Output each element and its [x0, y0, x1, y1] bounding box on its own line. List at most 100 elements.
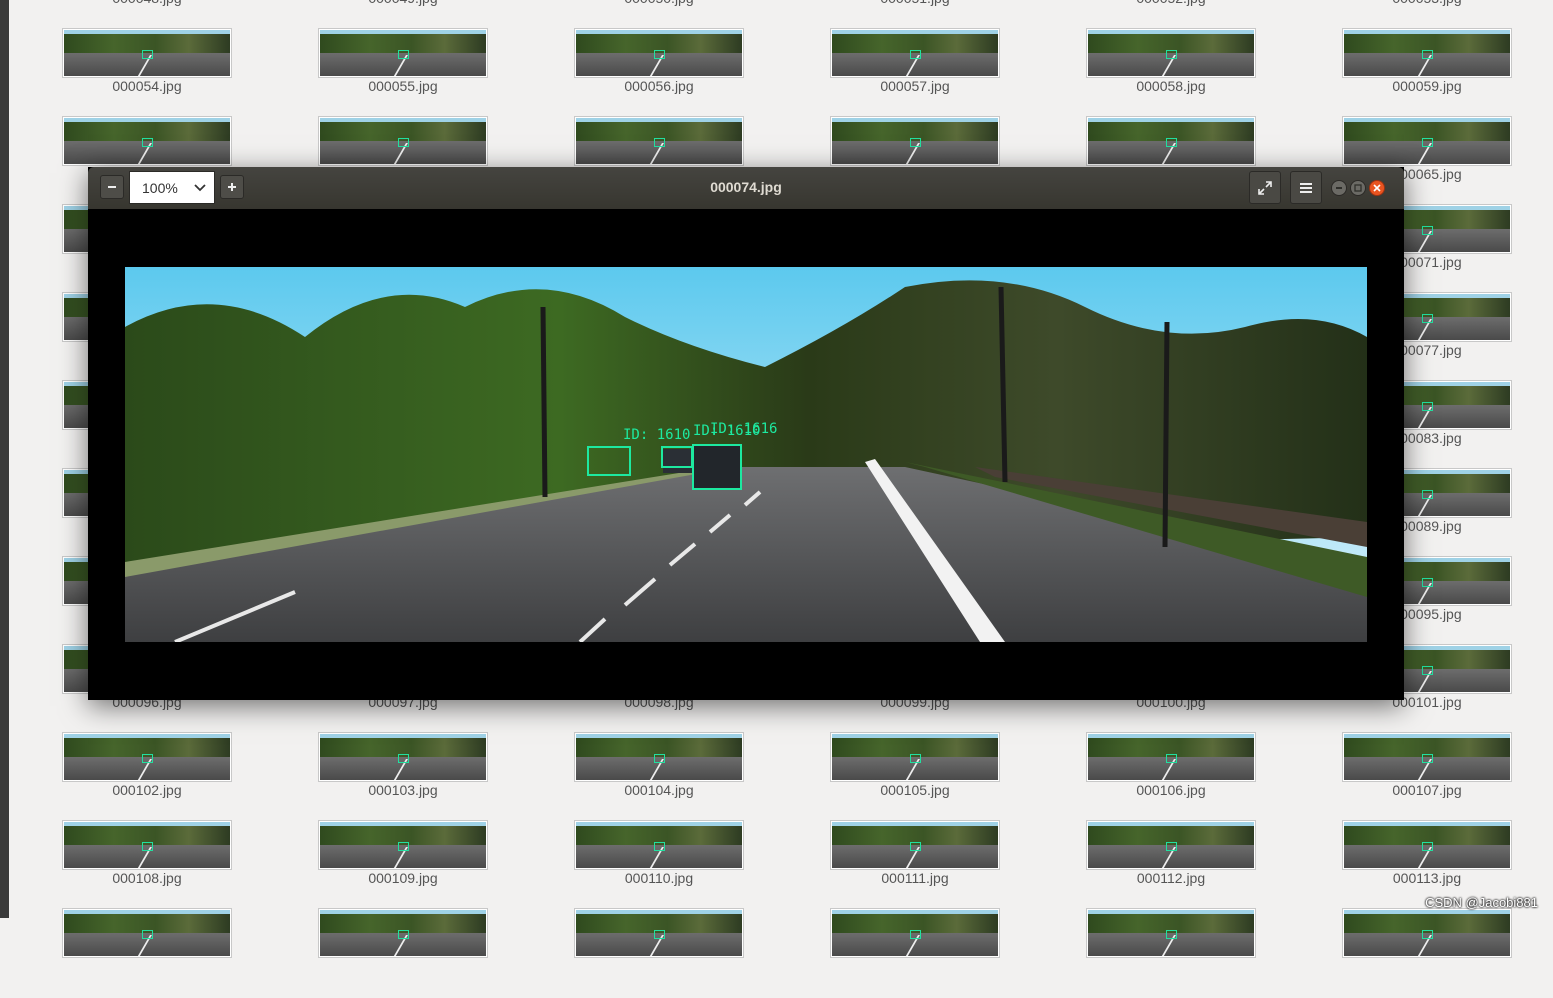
- minimize-icon: [1336, 187, 1342, 189]
- thumbnail-item[interactable]: 000106.jpg: [1086, 732, 1256, 822]
- van: [693, 445, 741, 489]
- thumbnail-filename: 000106.jpg: [1136, 782, 1206, 798]
- thumbnail-item[interactable]: 000049.jpg: [318, 0, 488, 30]
- thumbnail-image: [830, 116, 1000, 166]
- thumbnail-filename: 000055.jpg: [368, 78, 438, 94]
- thumbnail-image: [574, 820, 744, 870]
- thumbnail-item[interactable]: 000103.jpg: [318, 732, 488, 822]
- thumbnail-item[interactable]: 000052.jpg: [1086, 0, 1256, 30]
- thumbnail-item[interactable]: 000056.jpg: [574, 28, 744, 118]
- close-icon: [1373, 184, 1381, 192]
- thumbnail-filename: 000049.jpg: [318, 0, 488, 6]
- thumbnail-filename: 000105.jpg: [880, 782, 950, 798]
- thumbnail-filename: 000051.jpg: [830, 0, 1000, 6]
- thumbnail-image: [318, 732, 488, 782]
- thumbnail-image: [830, 820, 1000, 870]
- thumbnail-image: [1086, 908, 1256, 958]
- thumbnail-item[interactable]: [318, 908, 488, 998]
- image-viewer-window: 100% 000074.jpg ID: 1610 ID: 1610 ID: 16…: [88, 167, 1404, 700]
- thumbnail-image: [830, 908, 1000, 958]
- thumbnail-image: [318, 116, 488, 166]
- maximize-icon: [1354, 184, 1362, 192]
- thumbnail-item[interactable]: 000059.jpg: [1342, 28, 1512, 118]
- detection-label-3: ID: 1616: [710, 421, 777, 437]
- thumbnail-filename: 000113.jpg: [1392, 870, 1462, 886]
- thumbnail-item[interactable]: [830, 908, 1000, 998]
- thumbnail-image: [1342, 908, 1512, 958]
- thumbnail-item[interactable]: 000108.jpg: [62, 820, 232, 910]
- thumbnail-image: [318, 820, 488, 870]
- thumbnail-image: [318, 908, 488, 958]
- expand-icon: [1258, 180, 1272, 195]
- thumbnail-filename: 000050.jpg: [574, 0, 744, 6]
- thumbnail-item[interactable]: 000054.jpg: [62, 28, 232, 118]
- thumbnail-item[interactable]: 000050.jpg: [574, 0, 744, 30]
- thumbnail-item[interactable]: 000102.jpg: [62, 732, 232, 822]
- thumbnail-image: [574, 28, 744, 78]
- thumbnail-filename: 000056.jpg: [624, 78, 694, 94]
- thumbnail-image: [1086, 116, 1256, 166]
- thumbnail-image: [1086, 28, 1256, 78]
- thumbnail-item[interactable]: [1086, 908, 1256, 998]
- watermark: CSDN @Jacobi881: [1425, 895, 1538, 910]
- fullscreen-button[interactable]: [1249, 171, 1281, 204]
- thumbnail-image: [62, 116, 232, 166]
- thumbnail-image: [62, 908, 232, 958]
- thumbnail-filename: 000111.jpg: [881, 870, 949, 886]
- thumbnail-item[interactable]: [62, 908, 232, 998]
- thumbnail-filename: 000104.jpg: [624, 782, 694, 798]
- thumbnail-filename: 000057.jpg: [880, 78, 950, 94]
- thumbnail-item[interactable]: 000109.jpg: [318, 820, 488, 910]
- close-button[interactable]: [1369, 180, 1385, 196]
- thumbnail-image: [62, 820, 232, 870]
- thumbnail-item[interactable]: 000048.jpg: [62, 0, 232, 30]
- thumbnail-image: [62, 28, 232, 78]
- thumbnail-filename: 000053.jpg: [1342, 0, 1512, 6]
- thumbnail-item[interactable]: 000055.jpg: [318, 28, 488, 118]
- thumbnail-image: [1342, 28, 1512, 78]
- thumbnail-item[interactable]: 000111.jpg: [830, 820, 1000, 910]
- thumbnail-image: [574, 732, 744, 782]
- thumbnail-image: [1086, 732, 1256, 782]
- thumbnail-item[interactable]: 000110.jpg: [574, 820, 744, 910]
- thumbnail-item[interactable]: [574, 908, 744, 998]
- thumbnail-filename: 000059.jpg: [1392, 78, 1462, 94]
- thumbnail-item[interactable]: 000112.jpg: [1086, 820, 1256, 910]
- thumbnail-item[interactable]: 000107.jpg: [1342, 732, 1512, 822]
- hamburger-icon: [1300, 182, 1312, 193]
- detection-label-1: ID: 1610: [623, 427, 690, 443]
- thumbnail-filename: 000102.jpg: [112, 782, 182, 798]
- thumbnail-item[interactable]: 000104.jpg: [574, 732, 744, 822]
- thumbnail-item[interactable]: 000057.jpg: [830, 28, 1000, 118]
- thumbnail-item[interactable]: 000058.jpg: [1086, 28, 1256, 118]
- thumbnail-image: [1342, 820, 1512, 870]
- thumbnail-item[interactable]: 000053.jpg: [1342, 0, 1512, 30]
- thumbnail-filename: 000058.jpg: [1136, 78, 1206, 94]
- minimize-button[interactable]: [1331, 180, 1347, 196]
- viewer-titlebar[interactable]: 100% 000074.jpg: [88, 167, 1404, 209]
- displayed-image: ID: 1610 ID: 1610 ID: 1616: [125, 267, 1367, 642]
- window-edge: [0, 0, 9, 918]
- thumbnail-image: [62, 732, 232, 782]
- thumbnail-image: [830, 732, 1000, 782]
- thumbnail-item[interactable]: [1342, 908, 1512, 998]
- thumbnail-image: [1342, 732, 1512, 782]
- thumbnail-filename: 000052.jpg: [1086, 0, 1256, 6]
- thumbnail-filename: 000103.jpg: [368, 782, 438, 798]
- thumbnail-filename: 000110.jpg: [624, 870, 694, 886]
- thumbnail-item[interactable]: 000051.jpg: [830, 0, 1000, 30]
- menu-button[interactable]: [1290, 171, 1322, 204]
- maximize-button[interactable]: [1350, 180, 1366, 196]
- thumbnail-filename: 000112.jpg: [1136, 870, 1206, 886]
- window-title: 000074.jpg: [710, 179, 782, 195]
- thumbnail-filename: 000054.jpg: [112, 78, 182, 94]
- thumbnail-filename: 000048.jpg: [62, 0, 232, 6]
- thumbnail-image: [574, 116, 744, 166]
- thumbnail-image: [574, 908, 744, 958]
- thumbnail-image: [1086, 820, 1256, 870]
- thumbnail-filename: 000107.jpg: [1392, 782, 1462, 798]
- thumbnail-item[interactable]: 000105.jpg: [830, 732, 1000, 822]
- thumbnail-image: [1342, 116, 1512, 166]
- thumbnail-filename: 000109.jpg: [368, 870, 438, 886]
- thumbnail-image: [830, 28, 1000, 78]
